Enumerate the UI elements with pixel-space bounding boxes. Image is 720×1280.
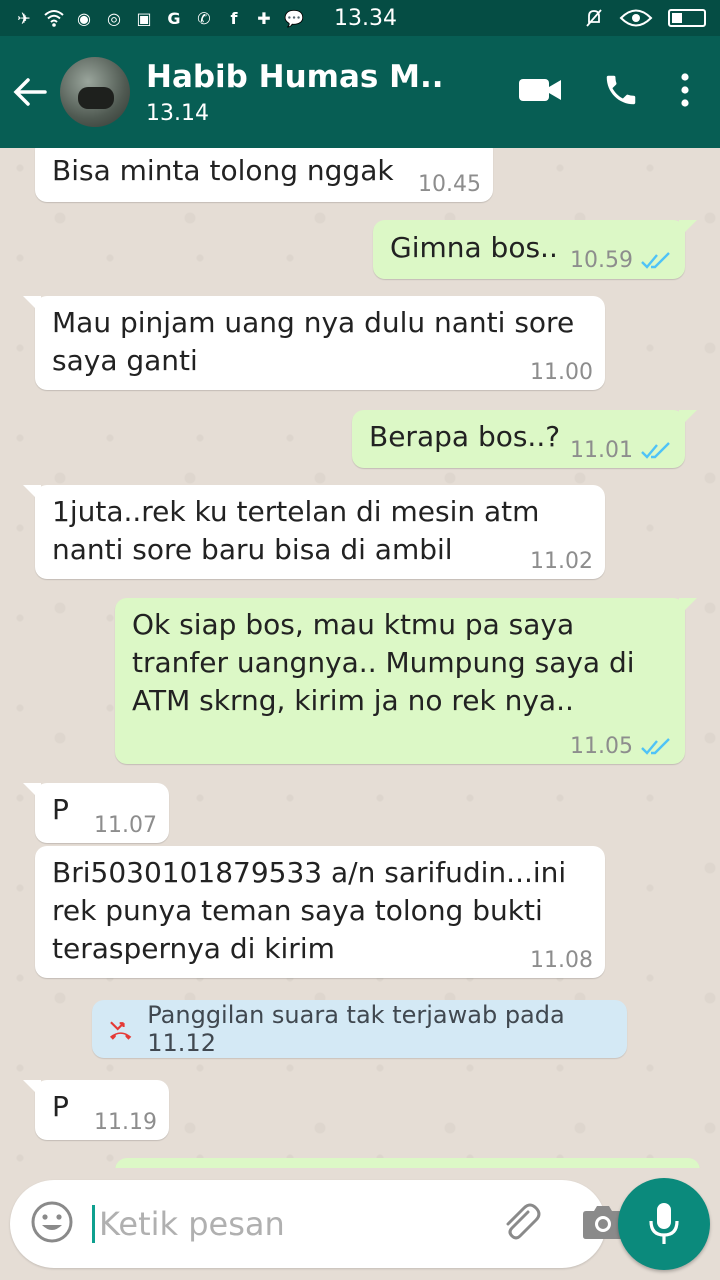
attach-button[interactable] xyxy=(498,1200,542,1248)
more-options-icon xyxy=(681,73,689,107)
chrome-icon: ◎ xyxy=(107,8,121,28)
contact-info[interactable]: Habib Humas M... 13.14 xyxy=(146,59,446,126)
double-check-icon xyxy=(641,738,670,755)
message-text: Ok siap bos, mau ktmu pa saya tranfer ua… xyxy=(132,608,635,717)
message-composer xyxy=(10,1180,623,1268)
message-time: 11.01 xyxy=(570,438,633,463)
more-options-button[interactable] xyxy=(680,73,690,111)
chat-area[interactable]: Bisa minta tolong nggak 10.45 Gimna bos.… xyxy=(0,148,720,1168)
message-outgoing[interactable]: Berapa bos..? 11.01 xyxy=(352,410,697,470)
message-time: 10.59 xyxy=(570,248,633,273)
silent-bell-icon xyxy=(584,8,604,28)
bubble-tail xyxy=(23,1080,41,1098)
message-text: 1juta..rek ku tertelan di mesin atm nant… xyxy=(52,495,540,566)
message-time: 11.07 xyxy=(94,813,157,838)
emoji-icon xyxy=(31,1201,73,1243)
status-time: 13.34 xyxy=(334,5,397,31)
facebook-icon: f xyxy=(230,8,238,28)
message-incoming[interactable]: Bisa minta tolong nggak 10.45 xyxy=(35,148,493,202)
message-input[interactable] xyxy=(92,1205,498,1243)
instagram-icon: ▣ xyxy=(136,8,152,28)
message-text: P xyxy=(52,793,69,826)
add-user-icon: ✚ xyxy=(257,8,271,28)
eye-icon xyxy=(618,8,654,28)
double-check-icon xyxy=(641,442,670,459)
double-check-icon xyxy=(641,252,670,269)
back-button[interactable] xyxy=(0,36,60,148)
bubble-tail xyxy=(23,296,41,314)
message-time: 11.08 xyxy=(530,948,593,973)
contact-name: Habib Humas M... xyxy=(146,58,446,95)
airplane-icon: ✈ xyxy=(17,8,31,28)
google-icon: G xyxy=(167,8,181,28)
message-text: Berapa bos..? xyxy=(369,420,561,453)
video-call-icon xyxy=(519,79,561,101)
message-meta: 11.19 xyxy=(94,1104,157,1142)
message-incoming[interactable]: P 11.07 xyxy=(23,783,169,845)
voice-record-button[interactable] xyxy=(618,1178,710,1270)
last-seen: 13.14 xyxy=(146,100,209,126)
bubble-tail xyxy=(679,598,697,616)
message-text: Bisa minta tolong nggak xyxy=(52,154,394,187)
message-meta: 11.01 xyxy=(570,432,671,470)
message-icon: 💬 xyxy=(284,8,304,28)
voice-call-button[interactable] xyxy=(602,71,640,113)
message-meta: 11.02 xyxy=(530,543,593,581)
message-time: 11.05 xyxy=(570,734,633,759)
message-incoming[interactable]: Bri5030101879533 a/n sarifudin...ini rek… xyxy=(35,846,605,978)
message-meta: 10.59 xyxy=(570,242,671,280)
status-bar: ✈ ◉ ◎ ▣ G ✆ f ✚ 💬 13.34 xyxy=(0,0,720,36)
system-icons xyxy=(584,8,706,28)
message-outgoing-partial[interactable] xyxy=(115,1158,700,1168)
emoji-button[interactable] xyxy=(30,1200,74,1248)
voice-call-icon xyxy=(606,75,636,105)
video-call-button[interactable] xyxy=(518,76,562,108)
message-text: Mau pinjam uang nya dulu nanti sore saya… xyxy=(52,306,575,377)
message-time: 11.19 xyxy=(94,1110,157,1135)
missed-call-icon xyxy=(109,1021,132,1040)
message-meta: 11.07 xyxy=(94,807,157,845)
microphone-icon xyxy=(649,1203,679,1244)
notification-icons: ✈ ◉ ◎ ▣ G ✆ f ✚ 💬 xyxy=(14,8,304,28)
bubble-tail xyxy=(679,410,697,428)
wifi-icon xyxy=(44,8,64,28)
missed-call-text: Panggilan suara tak terjawab pada 11.12 xyxy=(147,1001,565,1057)
missed-call-notice[interactable]: Panggilan suara tak terjawab pada 11.12 xyxy=(92,1000,627,1058)
message-meta: 11.00 xyxy=(530,354,593,392)
message-incoming[interactable]: P 11.19 xyxy=(23,1080,169,1142)
bubble-tail xyxy=(679,220,697,238)
message-time: 11.00 xyxy=(530,360,593,385)
message-meta: 10.45 xyxy=(418,166,481,204)
message-meta: 11.05 xyxy=(570,728,671,766)
whatsapp-icon: ✆ xyxy=(197,8,211,28)
message-incoming[interactable]: Mau pinjam uang nya dulu nanti sore saya… xyxy=(23,296,605,392)
message-outgoing[interactable]: Gimna bos.. 10.59 xyxy=(373,220,697,280)
message-meta: 11.08 xyxy=(530,942,593,980)
attachment-icon xyxy=(506,1203,541,1240)
bubble-tail xyxy=(23,783,41,801)
message-incoming[interactable]: 1juta..rek ku tertelan di mesin atm nant… xyxy=(23,485,605,581)
message-text: P xyxy=(52,1090,69,1123)
app-notification-icon: ◉ xyxy=(77,8,91,28)
message-text: Bri5030101879533 a/n sarifudin...ini rek… xyxy=(52,856,567,965)
message-time: 11.02 xyxy=(530,549,593,574)
bubble-tail xyxy=(23,485,41,503)
avatar[interactable] xyxy=(60,57,130,127)
header-actions xyxy=(518,71,720,113)
message-text: Gimna bos.. xyxy=(390,231,558,264)
battery-icon xyxy=(668,9,706,27)
chat-header: Habib Humas M... 13.14 xyxy=(0,36,720,148)
message-time: 10.45 xyxy=(418,172,481,197)
message-outgoing[interactable]: Ok siap bos, mau ktmu pa saya tranfer ua… xyxy=(115,598,697,766)
back-arrow-icon xyxy=(13,78,47,106)
